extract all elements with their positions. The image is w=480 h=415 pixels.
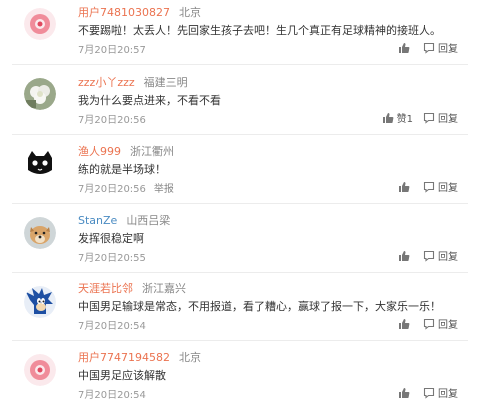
reply-label: 回复 [438, 183, 458, 194]
cat-face-icon [24, 148, 56, 180]
reply-label: 回复 [438, 320, 458, 331]
comment-item: 天涯若比邻 浙江嘉兴 中国男足输球是常态，不用报道，看了糟心，赢球了报一下，大家乐… [0, 276, 480, 346]
like-button[interactable] [398, 318, 413, 330]
thumbs-up-icon [399, 250, 410, 261]
username-link[interactable]: 渔人999 [78, 145, 121, 158]
reply-icon [423, 181, 435, 193]
location-label: 浙江嘉兴 [142, 282, 186, 295]
thumbs-up-icon [399, 318, 410, 329]
reply-icon [423, 318, 435, 330]
username-link[interactable]: zzz小丫zzz [78, 76, 135, 89]
divider [12, 340, 468, 341]
reply-button[interactable]: 回复 [423, 316, 458, 331]
like-button[interactable] [398, 250, 413, 262]
comment-item: zzz小丫zzz 福建三明 我为什么要点进来，不看不看 7月20日20:56 赞1… [0, 70, 480, 140]
location-label: 山西吕梁 [126, 214, 171, 227]
reply-icon [423, 42, 435, 54]
flower-photo [24, 78, 56, 110]
timestamp: 7月20日20:54 [78, 321, 146, 332]
like-button[interactable] [398, 181, 413, 193]
reply-label: 回复 [438, 389, 458, 400]
comment-item: 用户7747194582 北京 中国男足应该解散 7月20日20:54 回复 [0, 345, 480, 415]
divider [12, 203, 468, 204]
timestamp: 7月20日20:55 [78, 253, 146, 264]
comment-item: 用户7481030827 北京 不要踢啦！太丢人！先回家生孩子去吧！生几个真正有足… [0, 0, 480, 70]
reply-button[interactable]: 回复 [423, 248, 458, 263]
avatar[interactable] [24, 286, 56, 318]
thumbs-up-icon [399, 181, 410, 192]
reply-icon [423, 387, 435, 399]
location-label: 浙江衢州 [130, 145, 174, 158]
reply-label: 回复 [438, 114, 458, 125]
avatar[interactable] [24, 8, 56, 40]
divider [12, 134, 468, 135]
thumbs-up-icon [399, 42, 410, 53]
avatar[interactable] [24, 354, 56, 386]
comment-list: 用户7481030827 北京 不要踢啦！太丢人！先回家生孩子去吧！生几个真正有足… [0, 0, 480, 413]
comment-item: 渔人999 浙江衢州 练的就是半场球！ 7月20日20:56 举报 回复 [0, 139, 480, 209]
timestamp-row: 7月20日20:56 举报 [78, 180, 174, 195]
reply-icon [423, 112, 435, 124]
divider [12, 64, 468, 65]
report-link[interactable]: 举报 [154, 184, 174, 195]
sonic-cartoon [24, 286, 56, 318]
username-link[interactable]: 天涯若比邻 [78, 282, 133, 295]
comment-text: 不要踢啦！太丢人！先回家生孩子去吧！生几个真正有足球精神的接班人。 [78, 24, 441, 37]
dog-photo [24, 217, 56, 249]
username-link[interactable]: StanZe [78, 214, 117, 227]
comment-text: 练的就是半场球！ [78, 163, 166, 176]
divider [12, 272, 468, 273]
thumbs-up-icon [382, 112, 394, 123]
like-button[interactable] [398, 42, 413, 54]
thumbs-up-icon [399, 387, 410, 398]
reply-button[interactable]: 回复 [423, 110, 458, 125]
weibo-default-icon [24, 354, 56, 386]
reply-icon [423, 250, 435, 262]
comment-text: 我为什么要点进来，不看不看 [78, 94, 221, 107]
username-link[interactable]: 用户7481030827 [78, 6, 170, 19]
timestamp: 7月20日20:56 [78, 115, 146, 126]
location-label: 福建三明 [143, 76, 188, 89]
comment-text: 中国男足应该解散 [78, 369, 166, 382]
reply-button[interactable]: 回复 [423, 385, 458, 400]
like-count: 赞1 [396, 114, 413, 125]
avatar[interactable] [24, 78, 56, 110]
timestamp: 7月20日20:57 [78, 45, 146, 56]
timestamp: 7月20日20:56 [78, 184, 146, 195]
comment-item: StanZe 山西吕梁 发挥很稳定啊 7月20日20:55 回复 [0, 208, 480, 278]
location-label: 北京 [179, 351, 201, 364]
avatar[interactable] [24, 148, 56, 180]
timestamp: 7月20日20:54 [78, 390, 146, 401]
reply-label: 回复 [438, 252, 458, 263]
avatar[interactable] [24, 217, 56, 249]
username-link[interactable]: 用户7747194582 [78, 351, 170, 364]
weibo-default-icon [24, 8, 56, 40]
like-button[interactable] [398, 387, 413, 399]
location-label: 北京 [179, 6, 201, 19]
like-button[interactable]: 赞1 [382, 110, 413, 125]
comment-text: 发挥很稳定啊 [78, 232, 144, 245]
reply-button[interactable]: 回复 [423, 40, 458, 55]
reply-button[interactable]: 回复 [423, 179, 458, 194]
comment-text: 中国男足输球是常态，不用报道，看了糟心，赢球了报一下，大家乐一乐！ [78, 300, 441, 313]
reply-label: 回复 [438, 44, 458, 55]
